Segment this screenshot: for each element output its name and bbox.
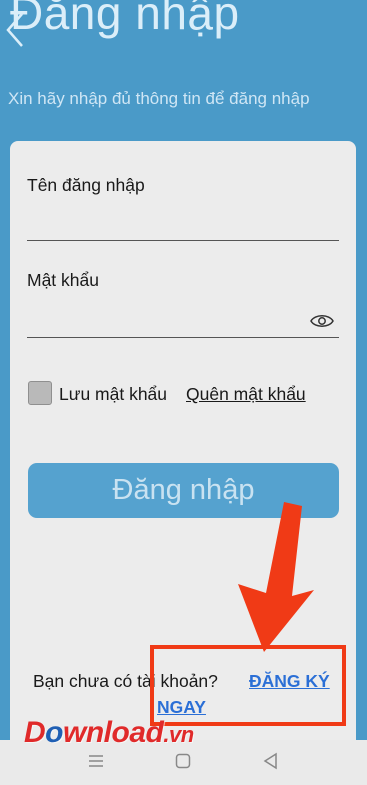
- remember-checkbox[interactable]: [28, 381, 52, 405]
- username-label: Tên đăng nhập: [27, 175, 145, 195]
- eye-icon[interactable]: [310, 312, 334, 330]
- home-icon[interactable]: [174, 752, 192, 770]
- page-title: Đăng nhập: [10, 0, 240, 39]
- username-input[interactable]: [27, 240, 339, 241]
- watermark-logo: Download.vn: [24, 716, 194, 749]
- password-label: Mật khẩu: [27, 270, 99, 290]
- password-input[interactable]: [27, 337, 339, 338]
- back-triangle-icon[interactable]: [262, 752, 280, 770]
- page-subtitle: Xin hãy nhập đủ thông tin để đăng nhập: [8, 89, 310, 108]
- annotation-arrow-icon: [238, 502, 314, 652]
- forgot-password-link[interactable]: Quên mật khẩu: [186, 384, 306, 405]
- remember-label: Lưu mật khẩu: [59, 384, 168, 404]
- menu-icon[interactable]: [87, 752, 105, 770]
